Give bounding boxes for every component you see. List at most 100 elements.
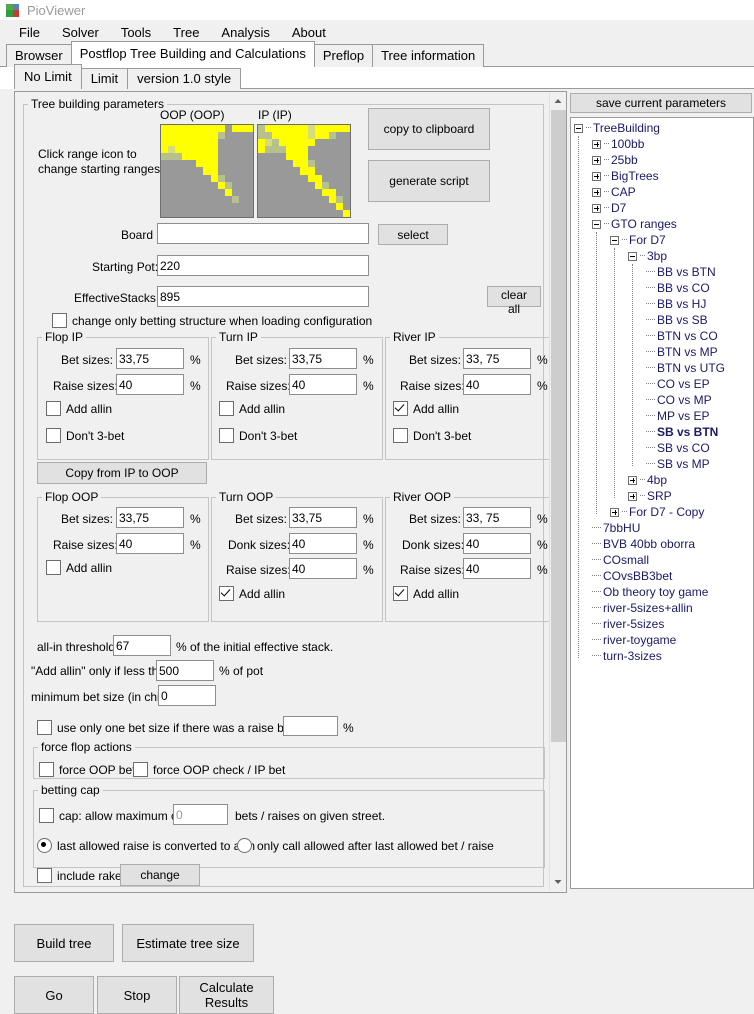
range-cell[interactable] (218, 146, 225, 153)
range-cell[interactable] (232, 175, 239, 182)
range-cell[interactable] (315, 167, 322, 174)
range-cell[interactable] (175, 189, 182, 196)
change-rake-button[interactable]: change (120, 864, 200, 886)
copy-to-clipboard-button[interactable]: copy to clipboard (368, 108, 490, 150)
range-cell[interactable] (258, 139, 265, 146)
tree-item-gto-ranges[interactable]: GTO ranges (592, 216, 677, 232)
range-cell[interactable] (196, 139, 203, 146)
range-cell[interactable] (239, 139, 246, 146)
range-cell[interactable] (279, 167, 286, 174)
range-cell[interactable] (322, 167, 329, 174)
range-cell[interactable] (175, 160, 182, 167)
range-cell[interactable] (315, 125, 322, 132)
range-cell[interactable] (336, 189, 343, 196)
turn-oop-donk-sizes-input[interactable] (289, 533, 357, 554)
range-cell[interactable] (258, 210, 265, 217)
range-cell[interactable] (246, 125, 253, 132)
range-cell[interactable] (293, 167, 300, 174)
range-cell[interactable] (196, 167, 203, 174)
range-cell[interactable] (203, 139, 210, 146)
range-cell[interactable] (239, 153, 246, 160)
range-cell[interactable] (279, 125, 286, 132)
range-cell[interactable] (293, 160, 300, 167)
tree-item-turn-3sizes[interactable]: turn-3sizes (592, 648, 662, 664)
range-cell[interactable] (329, 132, 336, 139)
range-cell[interactable] (258, 196, 265, 203)
range-cell[interactable] (286, 153, 293, 160)
range-cell[interactable] (246, 203, 253, 210)
range-cell[interactable] (218, 203, 225, 210)
river-ip-raise-sizes-input[interactable] (463, 374, 531, 395)
range-cell[interactable] (300, 175, 307, 182)
range-cell[interactable] (246, 210, 253, 217)
range-cell[interactable] (343, 132, 350, 139)
range-cell[interactable] (336, 153, 343, 160)
tree-item-7bbhu[interactable]: 7bbHU (592, 520, 640, 536)
range-cell[interactable] (232, 153, 239, 160)
range-cell[interactable] (272, 125, 279, 132)
range-cell[interactable] (211, 189, 218, 196)
tree-item-cap[interactable]: CAP (592, 184, 636, 200)
estimate-tree-size-button[interactable]: Estimate tree size (122, 924, 254, 962)
range-cell[interactable] (168, 167, 175, 174)
range-cell[interactable] (322, 153, 329, 160)
range-cell[interactable] (343, 146, 350, 153)
range-cell[interactable] (175, 182, 182, 189)
range-cell[interactable] (329, 175, 336, 182)
range-cell[interactable] (218, 132, 225, 139)
range-cell[interactable] (279, 160, 286, 167)
range-cell[interactable] (286, 125, 293, 132)
range-cell[interactable] (300, 196, 307, 203)
range-cell[interactable] (336, 139, 343, 146)
range-cell[interactable] (315, 203, 322, 210)
collapse-icon[interactable] (574, 124, 583, 133)
range-cell[interactable] (196, 210, 203, 217)
clear-all-button[interactable]: clear all (487, 286, 541, 307)
range-cell[interactable] (265, 146, 272, 153)
range-cell[interactable] (322, 175, 329, 182)
expand-icon[interactable] (592, 172, 601, 181)
range-cell[interactable] (315, 210, 322, 217)
tab-preflop[interactable]: Preflop (314, 44, 373, 67)
range-cell[interactable] (279, 132, 286, 139)
range-cell[interactable] (218, 189, 225, 196)
range-cell[interactable] (286, 196, 293, 203)
river-oop-donk-sizes-input[interactable] (463, 533, 531, 554)
range-cell[interactable] (203, 125, 210, 132)
range-cell[interactable] (246, 153, 253, 160)
range-cell[interactable] (175, 139, 182, 146)
turn-oop-raise-sizes-input[interactable] (289, 558, 357, 579)
range-cell[interactable] (279, 146, 286, 153)
range-cell[interactable] (211, 167, 218, 174)
range-cell[interactable] (329, 203, 336, 210)
range-cell[interactable] (168, 139, 175, 146)
range-cell[interactable] (196, 160, 203, 167)
range-cell[interactable] (343, 160, 350, 167)
range-cell[interactable] (232, 182, 239, 189)
range-cell[interactable] (232, 125, 239, 132)
range-cell[interactable] (246, 167, 253, 174)
build-tree-button[interactable]: Build tree (14, 924, 114, 962)
range-cell[interactable] (308, 160, 315, 167)
range-cell[interactable] (211, 182, 218, 189)
range-cell[interactable] (189, 210, 196, 217)
range-cell[interactable] (286, 160, 293, 167)
expand-icon[interactable] (592, 188, 601, 197)
turn-ip-raise-sizes-input[interactable] (289, 374, 357, 395)
range-cell[interactable] (232, 139, 239, 146)
range-cell[interactable] (265, 125, 272, 132)
range-cell[interactable] (336, 175, 343, 182)
range-cell[interactable] (286, 167, 293, 174)
range-cell[interactable] (196, 153, 203, 160)
range-cell[interactable] (308, 132, 315, 139)
menu-tools[interactable]: Tools (110, 22, 162, 43)
range-cell[interactable] (329, 210, 336, 217)
range-cell[interactable] (203, 175, 210, 182)
range-cell[interactable] (322, 196, 329, 203)
flop-ip-bet-sizes-input[interactable] (116, 348, 184, 369)
range-cell[interactable] (182, 167, 189, 174)
range-cell[interactable] (272, 210, 279, 217)
range-cell[interactable] (265, 182, 272, 189)
range-cell[interactable] (315, 139, 322, 146)
turn-ip-bet-sizes-input[interactable] (289, 348, 357, 369)
